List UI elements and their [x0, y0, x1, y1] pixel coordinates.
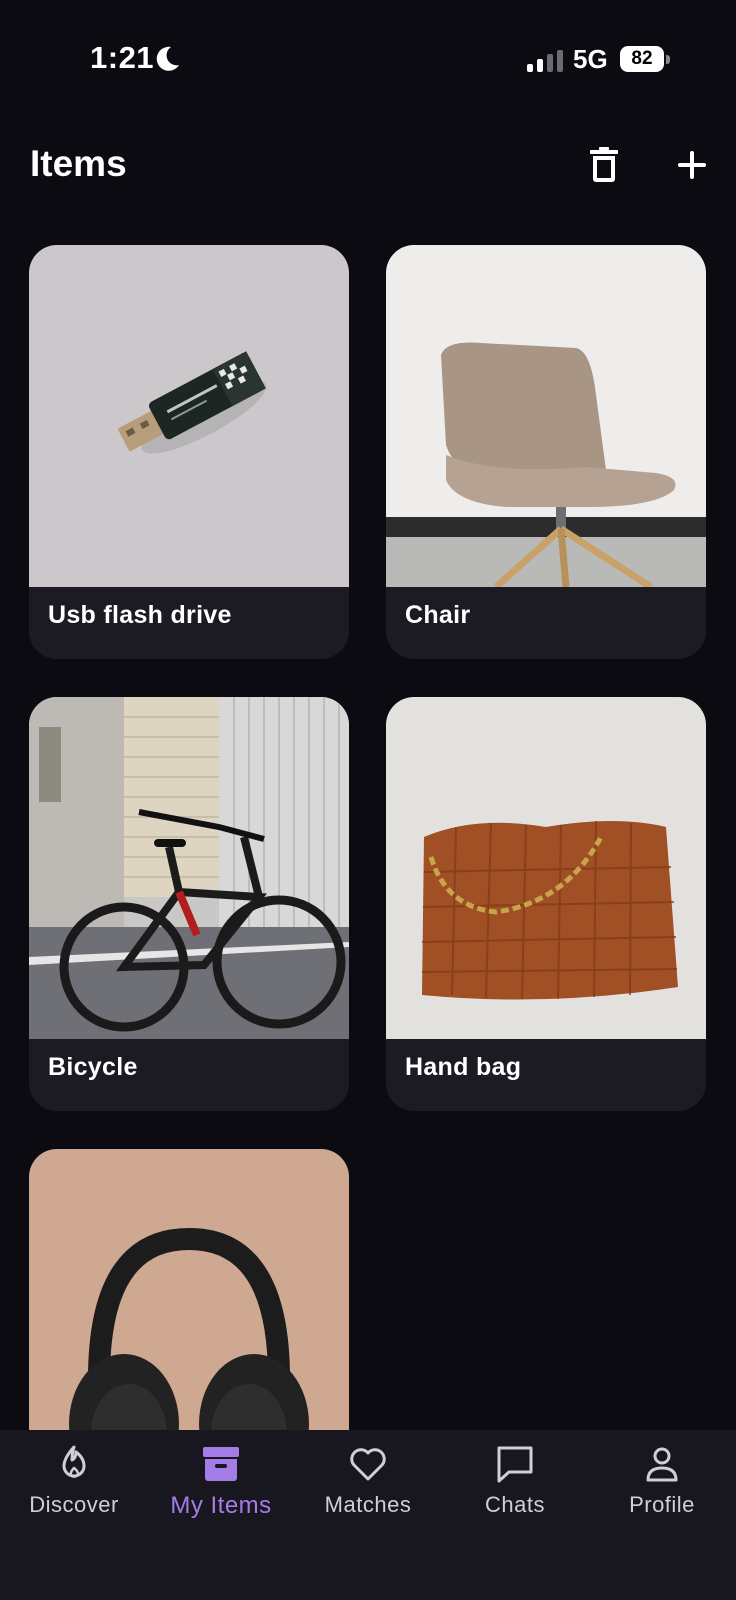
- nav-label: Chats: [485, 1492, 545, 1517]
- item-card-hand-bag[interactable]: Hand bag: [386, 697, 706, 1111]
- nav-label: Profile: [629, 1492, 695, 1517]
- item-image: [29, 1149, 349, 1449]
- nav-my-items[interactable]: My Items: [151, 1444, 291, 1544]
- header: Items: [0, 135, 736, 195]
- chat-bubble-icon: [497, 1446, 533, 1483]
- item-label: Bicycle: [48, 1053, 138, 1081]
- item-card-headphones[interactable]: [29, 1149, 349, 1449]
- item-image: [386, 245, 706, 587]
- trash-icon: [590, 147, 618, 182]
- bottom-navigation: Discover My Items Matches Chats Profile: [0, 1430, 736, 1600]
- item-image: [386, 697, 706, 1039]
- status-bar: 1:21 5G 82: [0, 0, 736, 120]
- battery-level: 82: [620, 46, 664, 72]
- nav-matches[interactable]: Matches: [298, 1444, 438, 1544]
- item-label: Hand bag: [405, 1053, 522, 1081]
- item-card-usb-flash-drive[interactable]: Usb flash drive: [29, 245, 349, 659]
- item-label: Chair: [405, 601, 471, 629]
- page-title: Items: [30, 143, 127, 184]
- nav-label: Discover: [29, 1492, 119, 1517]
- add-item-button[interactable]: [668, 141, 716, 189]
- item-label: Usb flash drive: [48, 601, 232, 629]
- flame-icon: [62, 1445, 86, 1478]
- moon-icon: [156, 46, 179, 71]
- status-time: 1:21: [90, 40, 155, 75]
- cellular-signal-icon: [527, 50, 563, 72]
- item-image: [29, 245, 349, 587]
- nav-label: Matches: [324, 1492, 412, 1517]
- item-card-bicycle[interactable]: Bicycle: [29, 697, 349, 1111]
- archive-box-icon: [203, 1447, 239, 1481]
- item-card-chair[interactable]: Chair: [386, 245, 706, 659]
- nav-discover[interactable]: Discover: [4, 1444, 144, 1544]
- battery-icon: 82: [620, 46, 670, 74]
- plus-icon: [678, 151, 706, 179]
- delete-button[interactable]: [580, 141, 628, 189]
- nav-chats[interactable]: Chats: [445, 1444, 585, 1544]
- heart-icon: [350, 1448, 386, 1481]
- nav-profile[interactable]: Profile: [592, 1444, 732, 1544]
- network-type: 5G: [573, 44, 608, 74]
- item-image: [29, 697, 349, 1039]
- person-icon: [646, 1447, 678, 1482]
- nav-label: My Items: [170, 1492, 272, 1519]
